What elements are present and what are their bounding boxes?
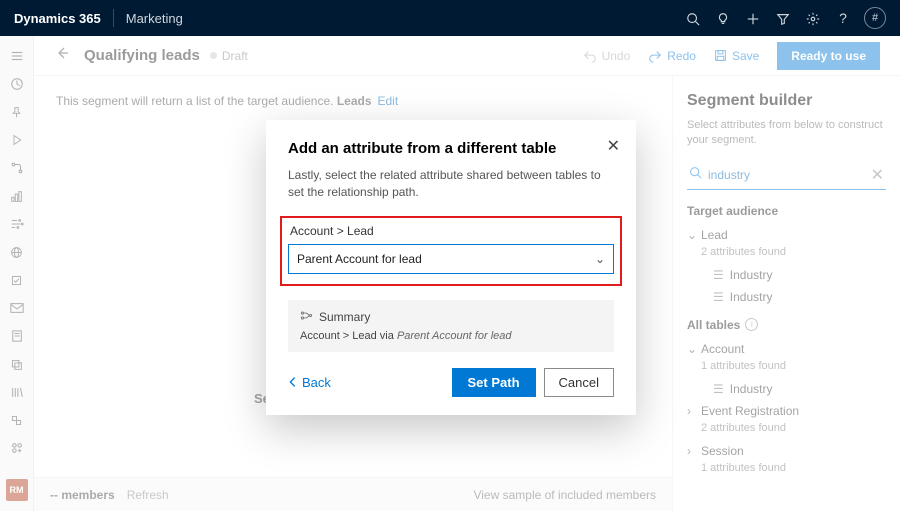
help-icon[interactable]: ? bbox=[828, 10, 858, 26]
lightbulb-icon[interactable] bbox=[708, 10, 738, 26]
chevron-down-icon: ⌄ bbox=[595, 252, 605, 266]
summary-path: Account > Lead via Parent Account for le… bbox=[300, 330, 602, 342]
modal-description: Lastly, select the related attribute sha… bbox=[288, 167, 614, 202]
relationship-path-label: Account > Lead bbox=[290, 224, 614, 238]
app-area: Marketing bbox=[126, 11, 183, 26]
dropdown-value: Parent Account for lead bbox=[297, 252, 422, 266]
highlight-box: Account > Lead Parent Account for lead ⌄ bbox=[280, 216, 622, 286]
close-icon[interactable]: ✕ bbox=[607, 136, 620, 156]
relationship-icon bbox=[300, 310, 313, 324]
relationship-dropdown[interactable]: Parent Account for lead ⌄ bbox=[288, 244, 614, 274]
cancel-button[interactable]: Cancel bbox=[544, 368, 614, 397]
app-name: Dynamics 365 bbox=[14, 11, 101, 26]
global-nav-bar: Dynamics 365 Marketing ? # bbox=[0, 0, 900, 36]
account-circle[interactable]: # bbox=[864, 7, 886, 29]
add-attribute-modal: ✕ Add an attribute from a different tabl… bbox=[266, 120, 636, 415]
settings-icon[interactable] bbox=[798, 10, 828, 26]
filter-icon[interactable] bbox=[768, 10, 798, 26]
modal-title: Add an attribute from a different table bbox=[288, 140, 614, 157]
summary-heading: Summary bbox=[300, 310, 602, 324]
set-path-button[interactable]: Set Path bbox=[452, 368, 536, 397]
search-icon[interactable] bbox=[678, 10, 708, 26]
summary-box: Summary Account > Lead via Parent Accoun… bbox=[288, 300, 614, 352]
add-icon[interactable] bbox=[738, 10, 768, 26]
vertical-divider bbox=[113, 9, 114, 27]
modal-back-button[interactable]: Back bbox=[288, 375, 331, 390]
